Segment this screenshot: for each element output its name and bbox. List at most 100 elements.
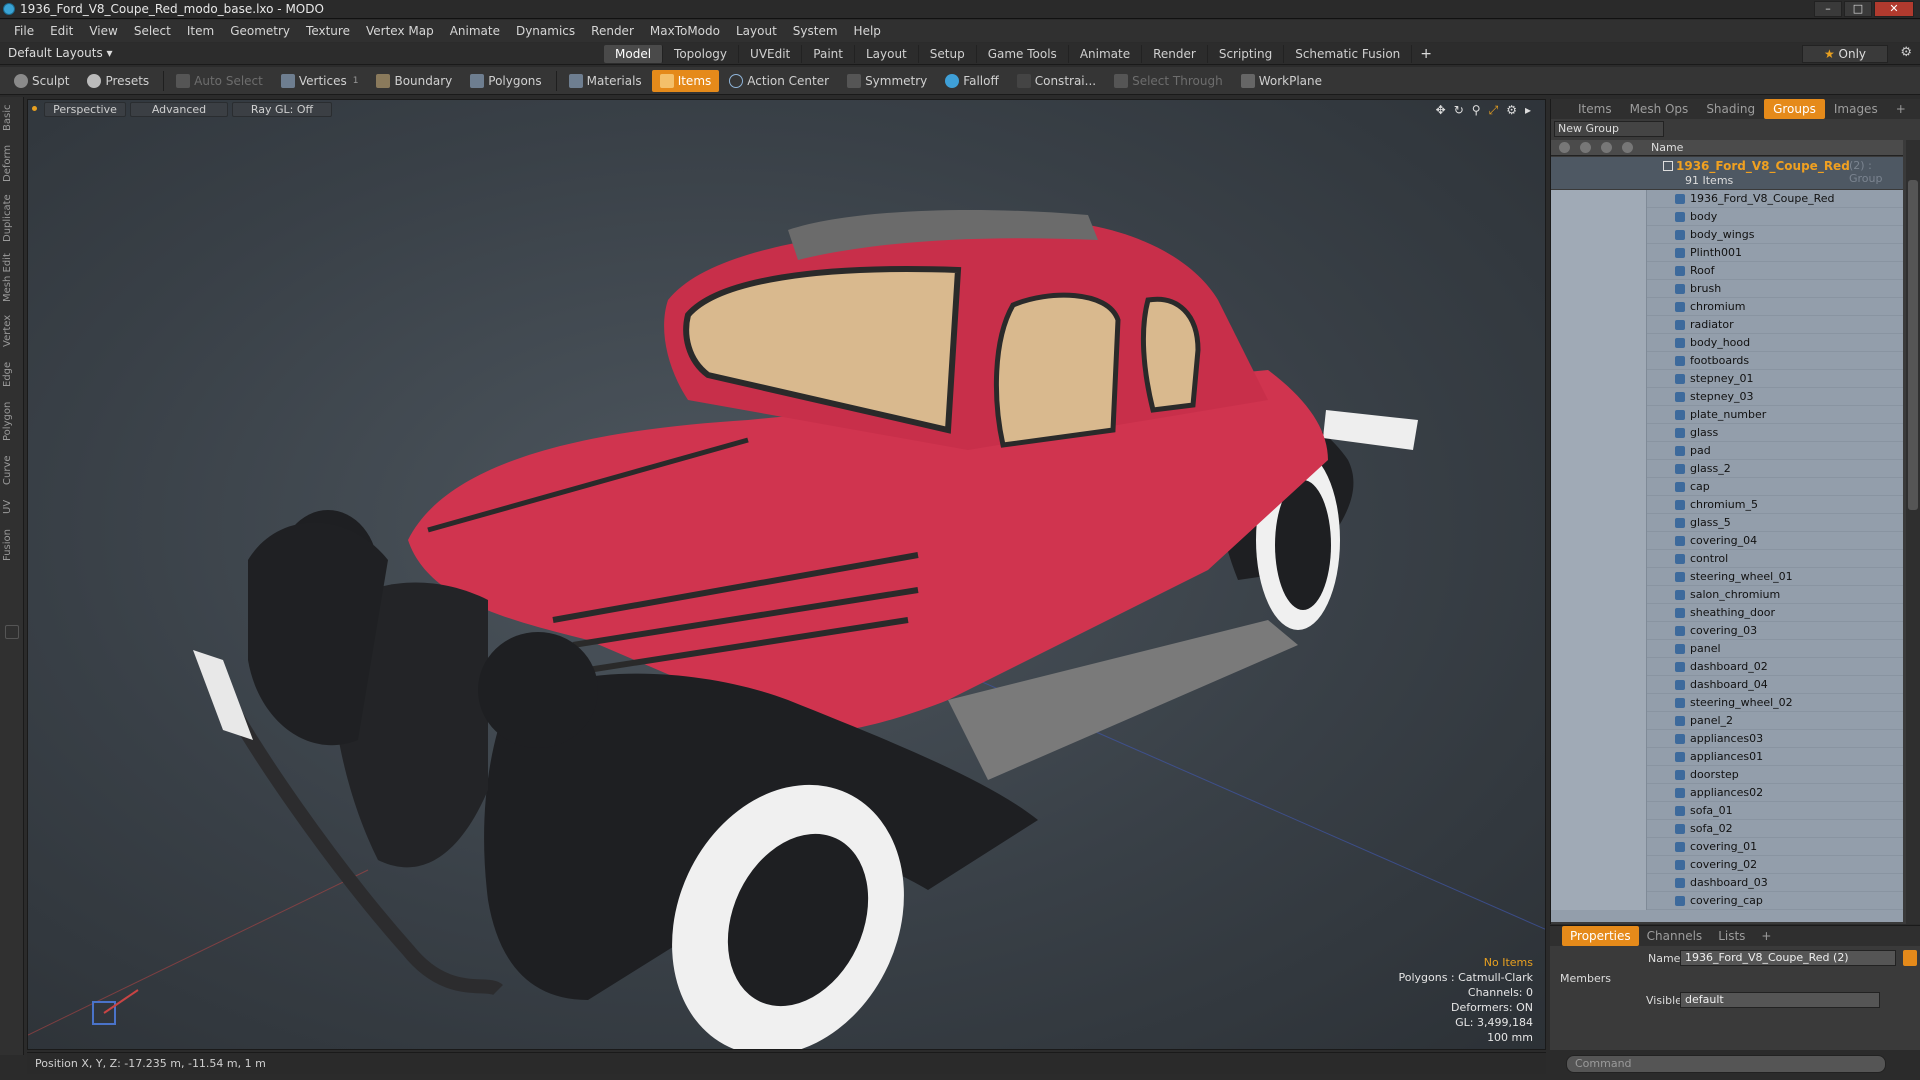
item-visibility-cell[interactable] <box>1551 190 1647 208</box>
list-item[interactable]: dashboard_03 <box>1551 874 1903 892</box>
list-item[interactable]: body <box>1551 208 1903 226</box>
item-visibility-cell[interactable] <box>1551 370 1647 388</box>
tab-curve[interactable]: Curve <box>2 453 22 487</box>
boundary-button[interactable]: Boundary <box>368 70 460 92</box>
list-item[interactable]: appliances01 <box>1551 748 1903 766</box>
render-icon[interactable] <box>1580 142 1591 153</box>
list-item[interactable]: covering_03 <box>1551 622 1903 640</box>
maximize-button[interactable]: □ <box>1844 1 1872 17</box>
tab-setup[interactable]: Setup <box>919 45 977 63</box>
item-visibility-cell[interactable] <box>1551 892 1647 910</box>
tab-uv[interactable]: UV <box>2 497 22 517</box>
menu-animate[interactable]: Animate <box>442 20 508 42</box>
item-visibility-cell[interactable] <box>1551 316 1647 334</box>
item-visibility-cell[interactable] <box>1551 550 1647 568</box>
visibility-icon[interactable] <box>1559 142 1570 153</box>
item-visibility-cell[interactable] <box>1551 622 1647 640</box>
item-visibility-cell[interactable] <box>1551 856 1647 874</box>
list-item[interactable]: stepney_03 <box>1551 388 1903 406</box>
list-scrollbar[interactable] <box>1906 140 1920 924</box>
tab-layout[interactable]: Layout <box>855 45 919 63</box>
workplane-button[interactable]: WorkPlane <box>1233 70 1330 92</box>
list-item[interactable]: cap <box>1551 478 1903 496</box>
item-visibility-cell[interactable] <box>1551 406 1647 424</box>
list-item[interactable]: plate_number <box>1551 406 1903 424</box>
item-visibility-cell[interactable] <box>1551 226 1647 244</box>
members-section[interactable]: Members <box>1560 972 1611 985</box>
list-item[interactable]: steering_wheel_02 <box>1551 694 1903 712</box>
list-item[interactable]: sofa_01 <box>1551 802 1903 820</box>
item-visibility-cell[interactable] <box>1551 748 1647 766</box>
3d-viewport[interactable]: Perspective Advanced Ray GL: Off ✥ ↻ ⚲ ⤢… <box>27 99 1546 1050</box>
scroll-thumb[interactable] <box>1908 180 1918 510</box>
list-item[interactable]: control <box>1551 550 1903 568</box>
menu-help[interactable]: Help <box>846 20 889 42</box>
tab-scripting[interactable]: Scripting <box>1208 45 1285 63</box>
tab-vertex[interactable]: Vertex <box>2 313 22 349</box>
tab-images[interactable]: Images <box>1825 99 1887 119</box>
list-item[interactable]: dashboard_02 <box>1551 658 1903 676</box>
name-column-header[interactable]: Name <box>1651 141 1683 154</box>
color-swatch[interactable] <box>1903 950 1917 966</box>
list-item[interactable]: chromium_5 <box>1551 496 1903 514</box>
list-item[interactable]: body_hood <box>1551 334 1903 352</box>
vertices-button[interactable]: Vertices 1 <box>273 70 367 92</box>
tab-paint[interactable]: Paint <box>802 45 855 63</box>
polygons-button[interactable]: Polygons <box>462 70 549 92</box>
list-item[interactable]: dashboard_04 <box>1551 676 1903 694</box>
tab-mesh-ops[interactable]: Mesh Ops <box>1621 99 1698 119</box>
tab-animate[interactable]: Animate <box>1069 45 1143 63</box>
menu-layout[interactable]: Layout <box>728 20 785 42</box>
sculpt-button[interactable]: Sculpt <box>6 70 77 92</box>
tab-deform[interactable]: Deform <box>2 143 22 183</box>
tab-game-tools[interactable]: Game Tools <box>977 45 1069 63</box>
tab-basic[interactable]: Basic <box>2 103 22 133</box>
item-visibility-cell[interactable] <box>1551 838 1647 856</box>
expand-icon[interactable] <box>5 625 19 639</box>
menu-dynamics[interactable]: Dynamics <box>508 20 583 42</box>
menu-file[interactable]: File <box>6 20 42 42</box>
tab-shading[interactable]: Shading <box>1697 99 1764 119</box>
item-visibility-cell[interactable] <box>1551 640 1647 658</box>
group-row[interactable]: 1936_Ford_V8_Coupe_Red (2) : Group 91 It… <box>1551 157 1903 189</box>
constrain-button[interactable]: Constrai... <box>1009 70 1104 92</box>
add-properties-tab-icon[interactable]: + <box>1753 926 1779 946</box>
item-visibility-cell[interactable] <box>1551 388 1647 406</box>
list-item[interactable]: footboards <box>1551 352 1903 370</box>
select-through-button[interactable]: Select Through <box>1106 70 1231 92</box>
tab-schematic-fusion[interactable]: Schematic Fusion <box>1284 45 1413 63</box>
presets-button[interactable]: Presets <box>79 70 157 92</box>
item-visibility-cell[interactable] <box>1551 730 1647 748</box>
menu-edit[interactable]: Edit <box>42 20 81 42</box>
item-visibility-cell[interactable] <box>1551 334 1647 352</box>
select-icon[interactable] <box>1622 142 1633 153</box>
list-item[interactable]: panel_2 <box>1551 712 1903 730</box>
tab-items[interactable]: Items <box>1569 99 1621 119</box>
menu-view[interactable]: View <box>81 20 125 42</box>
name-field[interactable]: 1936_Ford_V8_Coupe_Red (2) <box>1680 950 1896 966</box>
list-item[interactable]: stepney_01 <box>1551 370 1903 388</box>
close-button[interactable]: ✕ <box>1874 1 1914 17</box>
command-input[interactable]: Command <box>1566 1055 1886 1073</box>
falloff-button[interactable]: Falloff <box>937 70 1006 92</box>
list-item[interactable]: body_wings <box>1551 226 1903 244</box>
items-button[interactable]: Items <box>651 69 720 92</box>
menu-item[interactable]: Item <box>179 20 222 42</box>
tab-properties[interactable]: Properties <box>1562 926 1639 946</box>
add-tab-icon[interactable]: + <box>1412 45 1440 63</box>
tab-channels[interactable]: Channels <box>1639 926 1711 946</box>
item-visibility-cell[interactable] <box>1551 244 1647 262</box>
list-item[interactable]: 1936_Ford_V8_Coupe_Red <box>1551 190 1903 208</box>
item-visibility-cell[interactable] <box>1551 442 1647 460</box>
minimize-button[interactable]: – <box>1814 1 1842 17</box>
tab-uvedit[interactable]: UVEdit <box>739 45 803 63</box>
list-item[interactable]: pad <box>1551 442 1903 460</box>
menu-texture[interactable]: Texture <box>298 20 358 42</box>
item-visibility-cell[interactable] <box>1551 532 1647 550</box>
list-item[interactable]: chromium <box>1551 298 1903 316</box>
tab-duplicate[interactable]: Duplicate <box>2 193 22 243</box>
item-visibility-cell[interactable] <box>1551 712 1647 730</box>
only-button[interactable]: ★ Only <box>1802 45 1888 63</box>
item-visibility-cell[interactable] <box>1551 352 1647 370</box>
new-group-button[interactable]: New Group <box>1554 121 1664 137</box>
